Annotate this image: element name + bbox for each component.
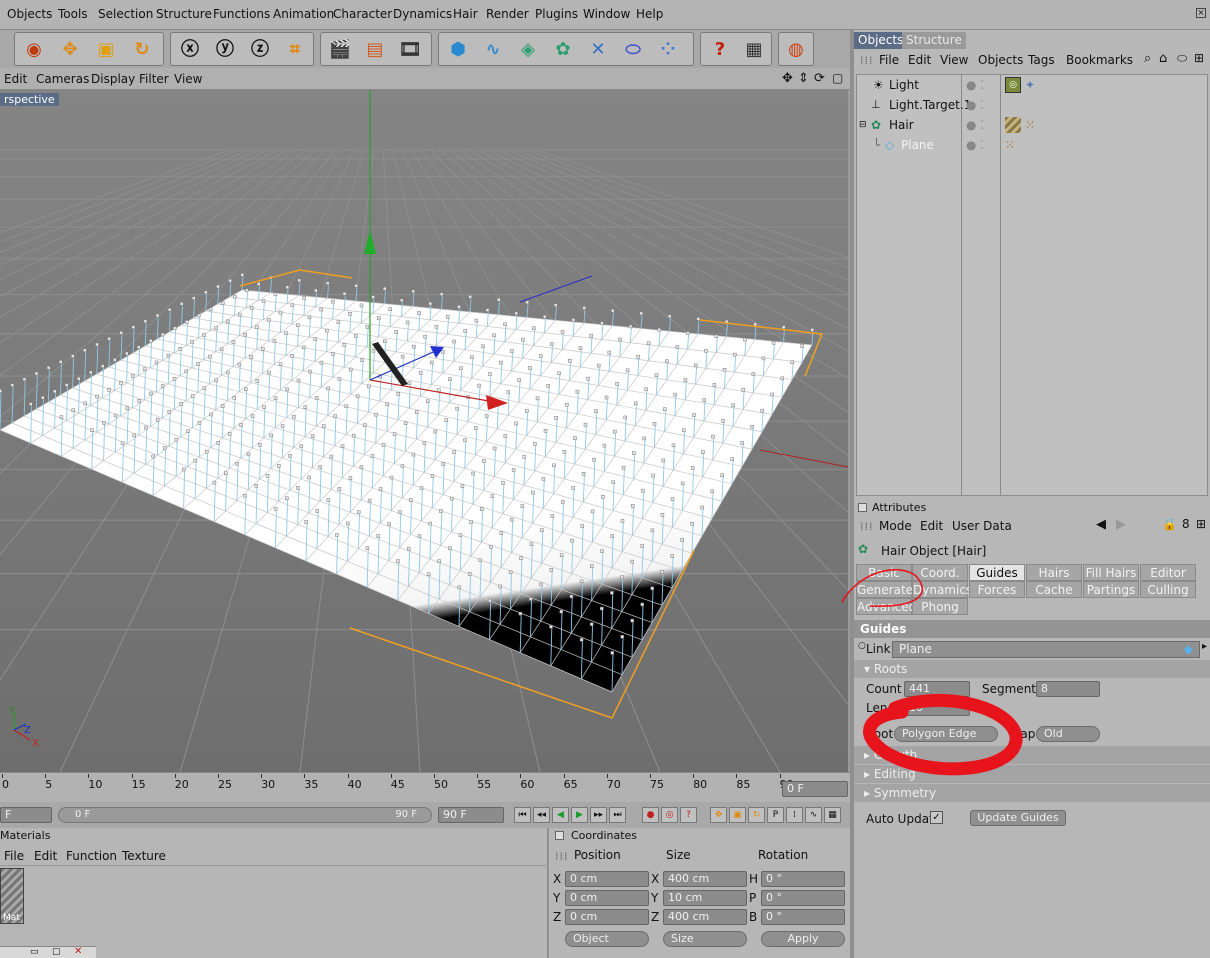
annotation-generate-circle	[841, 569, 923, 607]
annotation-root-circle	[863, 693, 1023, 776]
cinema4d-window: Objects Tools Selection Structure Functi…	[0, 0, 1210, 958]
annotation-overlay	[841, 569, 1023, 776]
viewport-camera-label: rspective	[0, 93, 59, 106]
